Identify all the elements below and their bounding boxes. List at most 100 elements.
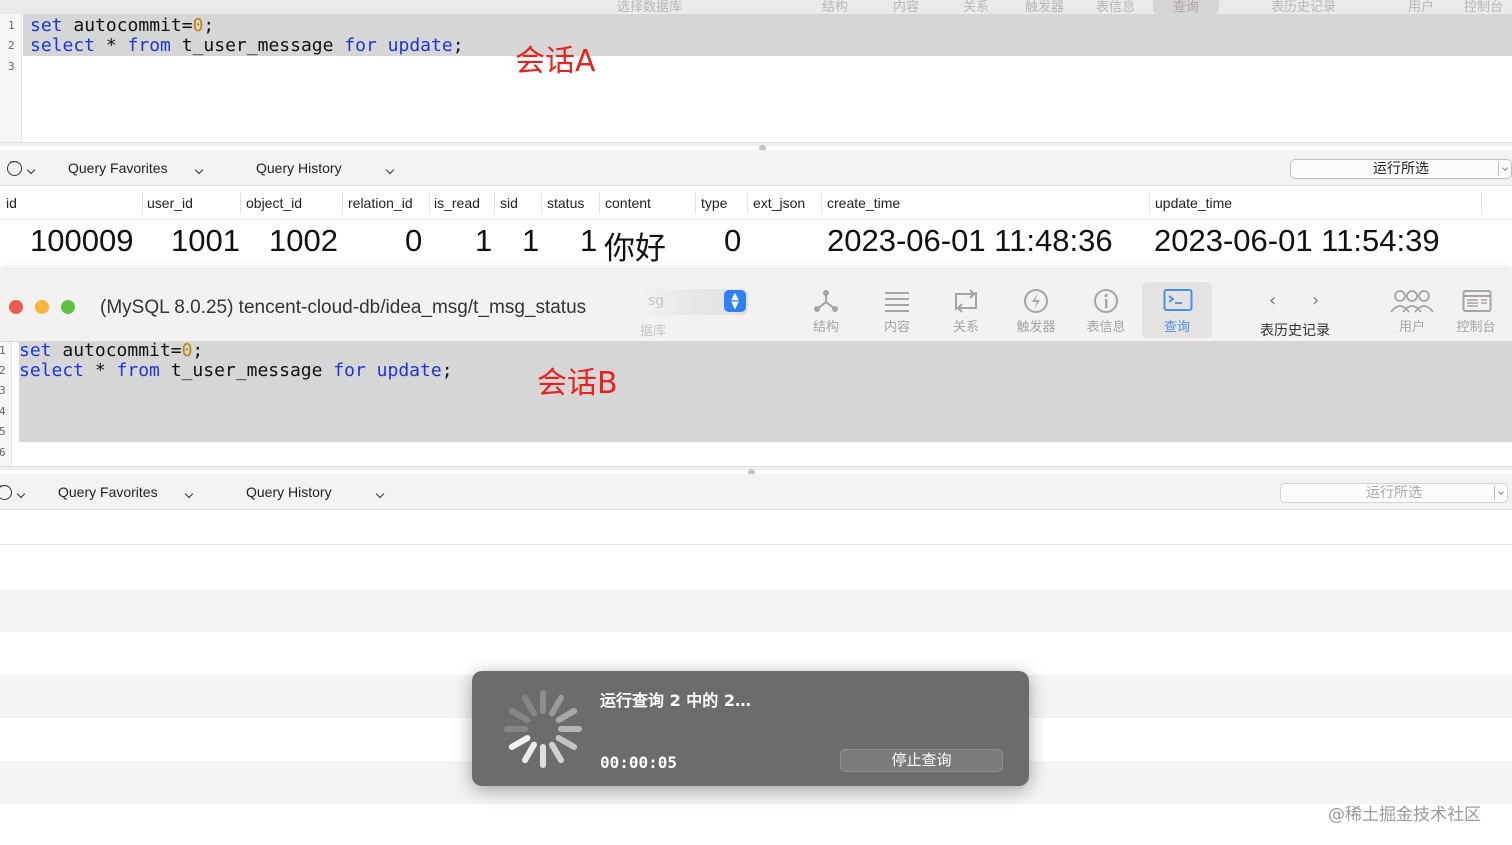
table-history-label: 表历史记录 (1260, 323, 1330, 339)
column-header[interactable]: relation_id (348, 195, 413, 211)
cell-update-time[interactable]: 2023-06-01 11:54:39 (1154, 223, 1440, 259)
code-line-2: select * from t_user_message for update; (19, 360, 453, 381)
toolbar-structure[interactable]: 结构 (822, 0, 848, 14)
forward-arrow-icon[interactable]: › (1312, 290, 1319, 311)
column-header[interactable]: create_time (827, 195, 900, 211)
toolbar-structure-button[interactable]: 结构 (791, 282, 861, 338)
cell-sid[interactable]: 1 (522, 223, 539, 259)
back-arrow-icon[interactable]: ‹ (1269, 290, 1276, 311)
toolbar-label: 结构 (812, 320, 839, 335)
session-a-query-editor[interactable]: 1 2 3 set autocommit=0; select * from t_… (0, 14, 1512, 142)
column-header[interactable]: id (6, 195, 17, 211)
column-divider[interactable] (695, 192, 696, 214)
empty-row (0, 546, 1512, 589)
toolbar-label: 触发器 (1016, 320, 1056, 335)
line-number: 5 (0, 425, 6, 438)
column-divider[interactable] (541, 192, 542, 214)
column-divider[interactable] (1481, 192, 1482, 214)
cell-object-id[interactable]: 1002 (269, 223, 338, 259)
column-header[interactable]: is_read (434, 195, 480, 211)
chevron-down-icon[interactable] (194, 160, 204, 176)
column-header[interactable]: type (701, 195, 727, 211)
toolbar-relations[interactable]: 关系 (963, 0, 989, 14)
cell-content[interactable]: 你好 (604, 223, 666, 268)
query-favorites-menu[interactable]: Query Favorites (58, 484, 158, 500)
column-header[interactable]: user_id (147, 195, 193, 211)
table-row[interactable]: 100009 1001 1002 0 1 1 1 你好 0 2023-06-01… (0, 221, 1512, 266)
zoom-window-button[interactable] (61, 300, 75, 314)
column-header[interactable]: ext_json (753, 195, 805, 211)
query-history-menu[interactable]: Query History (246, 484, 332, 500)
column-divider[interactable] (142, 192, 143, 214)
toolbar-query[interactable]: 查询 (1153, 0, 1220, 14)
cell-is-read[interactable]: 1 (475, 223, 492, 259)
content-icon (883, 288, 911, 314)
close-window-button[interactable] (9, 300, 23, 314)
toolbar-users-button[interactable]: 用户 (1377, 282, 1447, 338)
column-divider[interactable] (240, 192, 241, 214)
cell-create-time[interactable]: 2023-06-01 11:48:36 (827, 223, 1113, 259)
cell-type[interactable]: 0 (724, 223, 741, 259)
toolbar-content-button[interactable]: 内容 (862, 282, 932, 338)
run-selected-button[interactable]: 运行所选 (1280, 483, 1508, 503)
query-history-menu[interactable]: Query History (256, 160, 342, 176)
column-divider[interactable] (747, 192, 748, 214)
column-header[interactable]: sid (500, 195, 518, 211)
column-divider[interactable] (342, 192, 343, 214)
chevron-down-icon[interactable] (16, 484, 26, 500)
cell-id[interactable]: 100009 (30, 223, 133, 259)
line-number: 6 (0, 446, 6, 459)
toolbar-table-info-button[interactable]: 表信息 (1071, 282, 1141, 338)
chevron-down-icon[interactable] (1502, 165, 1508, 171)
query-favorites-menu[interactable]: Query Favorites (68, 160, 168, 176)
toolbar-query-button[interactable]: 查询 (1142, 282, 1212, 338)
window-title: (MySQL 8.0.25) tencent-cloud-db/idea_msg… (100, 297, 587, 318)
editor-resize-divider[interactable] (0, 142, 1512, 146)
selection-highlight (19, 342, 1512, 442)
toolbar-console-button[interactable]: 控制台 (1441, 282, 1511, 338)
dialog-status-text: 运行查询 2 中的 2… (600, 691, 751, 710)
line-number-gutter: 1 2 3 4 5 6 (0, 342, 12, 466)
cell-status[interactable]: 1 (580, 223, 597, 259)
stop-query-button[interactable]: 停止查询 (840, 749, 1003, 772)
column-divider[interactable] (429, 192, 430, 214)
cell-user-id[interactable]: 1001 (171, 223, 240, 259)
session-b-query-editor[interactable]: 1 2 3 4 5 6 set autocommit=0; select * f… (0, 340, 1512, 466)
column-divider[interactable] (494, 192, 495, 214)
toolbar-users[interactable]: 用户 (1408, 0, 1434, 14)
more-options-icon[interactable] (0, 480, 12, 500)
more-options-icon[interactable] (7, 156, 22, 176)
toolbar-triggers[interactable]: 触发器 (1025, 0, 1064, 14)
select-database-label[interactable]: 选择数据库 (617, 0, 682, 14)
chevron-down-icon[interactable] (385, 160, 395, 176)
session-a-toolbar-strip: 选择数据库 结构 内容 关系 触发器 表信息 查询 表历史记录 用户 控制台 (0, 0, 1512, 14)
code-line-2: select * from t_user_message for update; (30, 35, 464, 56)
toolbar-content[interactable]: 内容 (893, 0, 919, 14)
column-divider[interactable] (821, 192, 822, 214)
column-header[interactable]: object_id (246, 195, 302, 211)
toolbar-table-history[interactable]: 表历史记录 (1271, 0, 1336, 14)
line-number-gutter: 1 2 3 (0, 14, 22, 142)
editor-resize-divider[interactable] (0, 466, 1512, 470)
column-header[interactable]: update_time (1155, 195, 1232, 211)
run-selected-label: 运行所选 (1373, 161, 1429, 177)
session-b-titlebar: (MySQL 8.0.25) tencent-cloud-db/idea_msg… (0, 270, 1512, 342)
toolbar-relations-button[interactable]: 关系 (931, 282, 1001, 338)
updown-arrows-icon[interactable]: ▲ ▼ (724, 290, 746, 312)
chevron-down-icon[interactable] (26, 160, 36, 176)
column-divider[interactable] (1149, 192, 1150, 214)
line-number: 1 (0, 344, 6, 357)
chevron-down-icon[interactable] (1498, 489, 1504, 495)
toolbar-triggers-button[interactable]: 触发器 (1001, 282, 1071, 338)
toolbar-console[interactable]: 控制台 (1464, 0, 1503, 14)
column-header[interactable]: status (547, 195, 584, 211)
minimize-window-button[interactable] (35, 300, 49, 314)
column-divider[interactable] (599, 192, 600, 214)
column-header[interactable]: content (605, 195, 651, 211)
chevron-down-icon[interactable] (375, 484, 385, 500)
chevron-down-icon[interactable] (184, 484, 194, 500)
table-info-icon (1092, 288, 1120, 314)
cell-relation-id[interactable]: 0 (405, 223, 422, 259)
toolbar-table-info[interactable]: 表信息 (1096, 0, 1135, 14)
run-selected-button[interactable]: 运行所选 (1290, 159, 1512, 179)
